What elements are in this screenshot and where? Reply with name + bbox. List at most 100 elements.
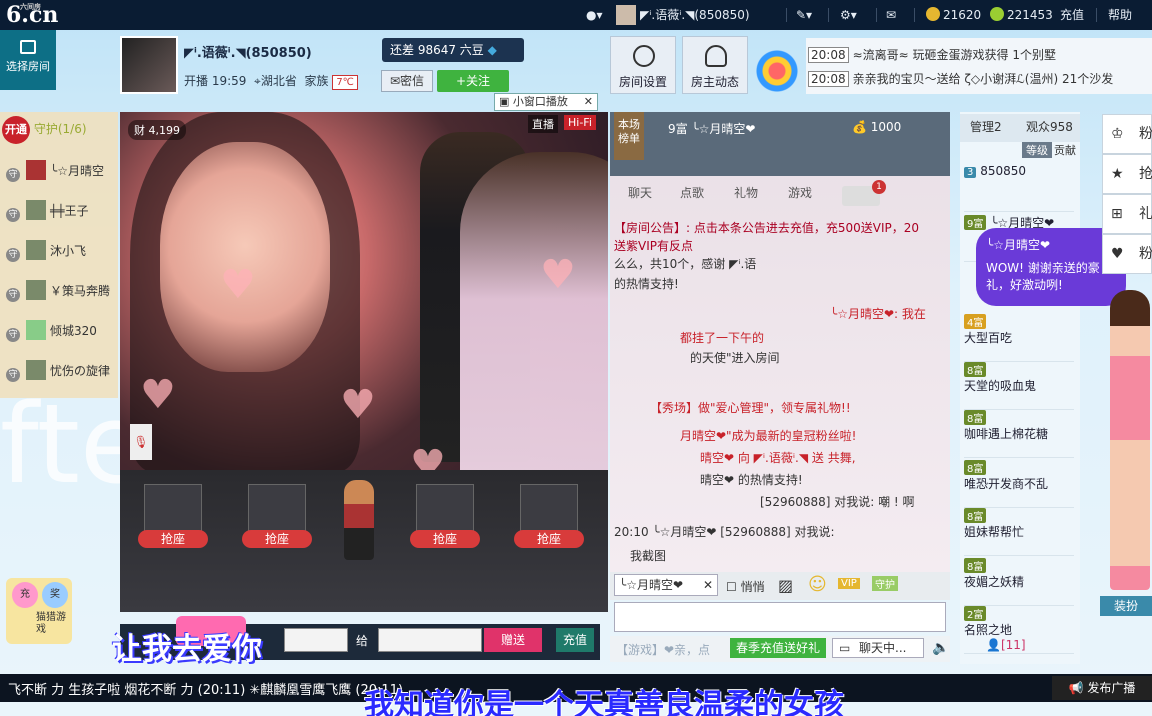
heart-icon: ♥ — [410, 442, 446, 470]
hifi-tag[interactable]: Hi-Fi — [564, 115, 596, 130]
seat-slot — [248, 484, 306, 532]
live-time: 开播 19:59 — [184, 74, 247, 88]
guard-icon[interactable]: 守护 — [872, 576, 898, 591]
audience-row[interactable]: 8富 天堂的吸血鬼 — [964, 362, 1074, 410]
chat-bubble-icon: ▭ — [839, 641, 851, 655]
tab-managers[interactable]: 管理2 — [970, 118, 1002, 135]
recharge-link[interactable]: 充值 — [1060, 7, 1084, 23]
green-coins: 221453 — [990, 7, 1053, 23]
send-gift-button[interactable]: 赠送 — [484, 628, 542, 652]
guard-member[interactable]: 守 ￥策马奔腾 — [6, 280, 116, 316]
dressup-button[interactable]: 装扮 — [1100, 596, 1152, 616]
volume-icon[interactable]: 🔈 — [932, 640, 949, 656]
edit-icon[interactable]: ✎▾ — [796, 7, 812, 23]
tab-chat[interactable]: 聊天 — [628, 184, 652, 208]
spring-promo-button[interactable]: 春季充值送好礼 — [730, 638, 826, 658]
chat-line: 送紫VIP有反点 — [614, 239, 693, 253]
anchor-avatar[interactable] — [120, 36, 178, 94]
audience-row[interactable]: 4富 大型百吃 — [964, 314, 1074, 362]
guard-member[interactable]: 守 ╪╪王子 — [6, 200, 116, 236]
smiley-icon[interactable]: ☺ — [808, 574, 827, 595]
news-row[interactable]: 20:08 亲亲我的宝贝～送给 ζ◇小谢湃ℒ(温州) 21个沙发 — [808, 70, 1152, 92]
money-bag-icon: 💰 — [852, 120, 867, 134]
audience-row[interactable]: 8富 咖啡遇上棉花糖 — [964, 410, 1074, 458]
room-settings-button[interactable]: 房间设置 — [610, 36, 676, 94]
guard-member[interactable]: 守沐小飞 — [6, 240, 116, 276]
mic-icon[interactable]: 🎙 — [130, 424, 152, 460]
tab-gifts[interactable]: 礼物 — [734, 184, 758, 208]
user-icon: 👤 — [986, 638, 1001, 652]
online-count: 👤[11] — [986, 638, 1026, 652]
guard-member[interactable]: 守 ╰☆月晴空 — [6, 160, 116, 196]
status-icon[interactable]: ●▾ — [586, 7, 603, 23]
side-fans-button[interactable]: ♔ 粉 — [1102, 114, 1152, 154]
sort-contrib[interactable]: 贡献 — [1054, 142, 1076, 158]
tab-viewers[interactable]: 观众958 — [1026, 118, 1073, 135]
car-icon[interactable]: 1 — [842, 180, 886, 206]
subtitle-bottom: 我知道你是一个天真善良温柔的女孩 — [364, 688, 844, 716]
seat[interactable]: 抢座 — [400, 484, 488, 560]
audience-row[interactable]: 8富 夜媚之妖精 — [964, 558, 1074, 606]
tab-games[interactable]: 游戏 — [788, 184, 812, 208]
site-logo[interactable]: 6.cn 六间房 — [6, 2, 58, 28]
select-room-button[interactable]: 选择房间 — [0, 30, 56, 90]
seat[interactable]: 抢座 — [504, 484, 592, 560]
gift-count-select[interactable] — [284, 628, 348, 652]
follow-button[interactable]: +关注 — [437, 70, 509, 92]
private-message-button[interactable]: ✉密信 — [381, 70, 433, 92]
chatting-status[interactable]: ▭ 聊天中... — [832, 638, 924, 658]
broadcast-button[interactable]: 📢 发布广播 — [1052, 676, 1152, 700]
bean-icon — [990, 7, 1004, 21]
side-grab-button[interactable]: ★ 抢 — [1102, 154, 1152, 194]
mail-icon[interactable]: ✉ — [886, 7, 896, 23]
tab-songs[interactable]: 点歌 — [680, 184, 704, 208]
top-fan[interactable]: 9富 ╰☆月晴空❤ — [668, 120, 756, 137]
seat-slot — [520, 484, 578, 532]
seat-slot — [144, 484, 202, 532]
guard-header: 开通 守护(1/6) — [2, 116, 87, 144]
image-icon[interactable]: ▨ — [778, 576, 793, 595]
heart-icon: ♥ — [540, 252, 576, 298]
recipient-select[interactable] — [378, 628, 482, 652]
diamond-icon: ◆ — [487, 43, 497, 57]
chat-line: 20:10 ╰☆月晴空❤ [52960888] 对我说: — [614, 525, 835, 539]
give-label: 给 — [356, 634, 369, 648]
chat-input[interactable] — [614, 602, 946, 632]
mini-window-button[interactable]: ▣ 小窗口播放 ✕ — [494, 93, 598, 111]
live-video[interactable]: ♥ ♥ ♥ ♥ ♥ — [120, 112, 608, 470]
help-link[interactable]: 帮助 — [1108, 7, 1132, 23]
owner-activity-button[interactable]: 房主动态 — [682, 36, 748, 94]
charge-icon: 充 — [12, 582, 38, 608]
user-avatar[interactable] — [616, 5, 636, 25]
gift-box-icon: ⊞ — [1111, 206, 1123, 222]
seat[interactable]: 抢座 — [232, 484, 320, 560]
whisper-toggle[interactable]: ☐ 悄悄 — [726, 578, 765, 595]
audience-row[interactable]: 3 850850 — [964, 164, 1074, 212]
heart-icon: ♥ — [340, 382, 376, 428]
mini-game-widget[interactable]: 充 奖 猫猎游戏 — [6, 578, 72, 644]
open-guard-button[interactable]: 开通 — [2, 116, 30, 144]
user-name[interactable]: ◤ⁱ.语薇ⁱ.◥(850850) — [640, 7, 750, 23]
anchor-name: ◤ⁱ.语薇ⁱ.◥(850850) — [184, 46, 312, 61]
family-tag: 7℃ — [332, 75, 358, 90]
family-label: 家族 — [304, 74, 329, 88]
side-fans2-button[interactable]: ♥ 粉 — [1102, 234, 1152, 274]
guard-member[interactable]: 守倾城320 — [6, 320, 116, 356]
news-row[interactable]: 20:08 ≈流离哥≈ 玩砸金蛋游戏获得 1个别墅 — [808, 46, 1152, 68]
recharge-button[interactable]: 充值 — [556, 628, 594, 652]
audience-row[interactable]: 8富 唯恐开发商不乱 — [964, 460, 1074, 508]
tv-icon: ▣ — [499, 95, 510, 108]
guard-member[interactable]: 守忧伤の旋律 — [6, 360, 116, 396]
chat-target-select[interactable]: ╰☆月晴空❤ ✕ — [614, 574, 718, 596]
side-gift-button[interactable]: ⊞ 礼 — [1102, 194, 1152, 234]
rank-board-button[interactable]: 本场榜单 — [614, 112, 644, 160]
gear-icon[interactable]: ⚙▾ — [840, 7, 857, 23]
sort-level[interactable]: 等级 — [1022, 142, 1052, 158]
audience-row[interactable]: 8富 姐妹帮帮忙 — [964, 508, 1074, 556]
chat-line: 【秀场】做"爱心管理"，领专属礼物!! — [650, 401, 851, 415]
vip-icon[interactable]: VIP — [838, 578, 860, 589]
crown-icon: ♔ — [1111, 126, 1124, 142]
viewer-count: 财 4,199 — [128, 120, 186, 140]
seat[interactable]: 抢座 — [128, 484, 216, 560]
location: 湖北省 — [260, 74, 297, 88]
